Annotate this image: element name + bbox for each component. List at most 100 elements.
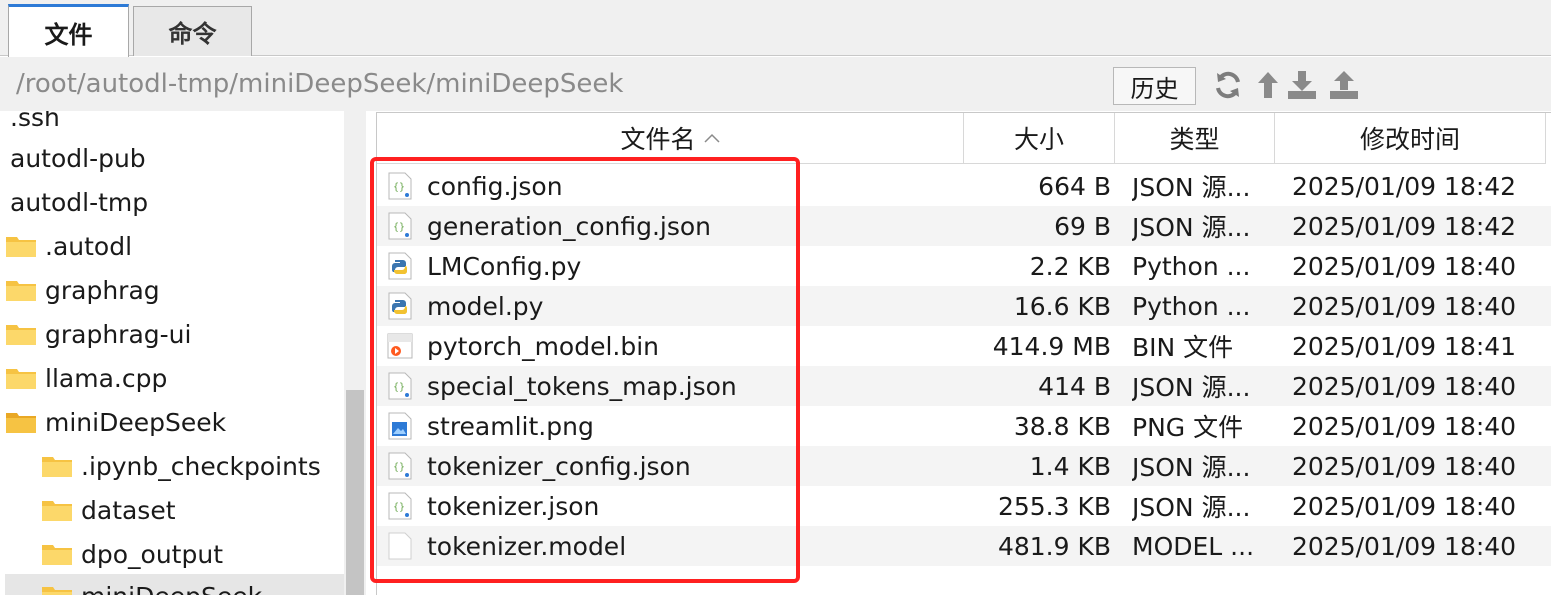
tree-item-label: dataset [81, 495, 176, 525]
upload-icon[interactable] [1328, 69, 1360, 101]
file-type: JSON 源... [1132, 453, 1251, 482]
file-name: tokenizer_config.json [427, 451, 691, 481]
column-header-name[interactable]: 文件名 [377, 113, 964, 164]
file-row[interactable]: model.py 16.6 KB Python ... 2025/01/09 1… [377, 286, 1551, 326]
file-name: model.py [427, 291, 544, 321]
image-file-icon [388, 412, 412, 440]
folder-icon [42, 501, 72, 521]
tree-item-autodl-pub[interactable]: autodl-pub [10, 136, 146, 180]
file-modified: 2025/01/09 18:42 [1292, 211, 1517, 241]
download-icon[interactable] [1286, 69, 1318, 101]
tree-item-minideepseek[interactable]: miniDeepSeek [5, 400, 226, 444]
tree-item-ipynb-checkpoints[interactable]: .ipynb_checkpoints [41, 444, 321, 488]
python-file-icon [388, 252, 412, 280]
tree-item-dpo-output[interactable]: dpo_output [41, 532, 223, 576]
history-button[interactable]: 历史 [1113, 67, 1196, 105]
folder-icon [42, 457, 72, 477]
file-name: tokenizer.json [427, 491, 600, 521]
file-name: LMConfig.py [427, 251, 582, 281]
folder-open-icon [6, 413, 36, 433]
column-header-label: 文件名 [620, 125, 696, 154]
folder-icon [6, 325, 36, 345]
svg-text:{}: {} [393, 502, 405, 513]
file-row[interactable]: {} config.json 664 B JSON 源... 2025/01/0… [377, 166, 1551, 206]
up-icon[interactable] [1252, 69, 1284, 101]
tree-item-label: miniDeepSeek [45, 407, 227, 437]
tree-item-graphrag-ui[interactable]: graphrag-ui [5, 312, 191, 356]
tree-item-ssh[interactable]: .ssh [10, 111, 60, 139]
folder-icon [6, 369, 36, 389]
json-file-icon: {} [388, 492, 412, 520]
file-row[interactable]: {} tokenizer.json 255.3 KB JSON 源... 202… [377, 486, 1551, 526]
blank-file-icon [388, 532, 412, 560]
file-row[interactable]: {} generation_config.json 69 B JSON 源...… [377, 206, 1551, 246]
file-row[interactable]: LMConfig.py 2.2 KB Python ... 2025/01/09… [377, 246, 1551, 286]
tree-scrollbar-thumb[interactable] [346, 390, 364, 595]
tree-item-label: llama.cpp [45, 363, 168, 393]
tree-item-label: .ipynb_checkpoints [81, 451, 321, 481]
tab-commands[interactable]: 命令 [133, 6, 252, 56]
tree-item-autodl[interactable]: .autodl [5, 224, 132, 268]
file-name: tokenizer.model [427, 531, 627, 561]
file-modified: 2025/01/09 18:40 [1292, 371, 1517, 401]
svg-text:{}: {} [393, 462, 405, 473]
tree-item-label: miniDeepSeek [81, 582, 262, 595]
file-type: JSON 源... [1132, 373, 1251, 402]
svg-text:{}: {} [393, 182, 405, 193]
file-modified: 2025/01/09 18:40 [1292, 291, 1517, 321]
file-size: 69 B [1054, 211, 1111, 241]
tree-item-label: .autodl [45, 231, 133, 261]
file-size: 255.3 KB [997, 491, 1111, 521]
file-type: Python ... [1132, 251, 1251, 281]
file-type: JSON 源... [1132, 213, 1251, 242]
file-type: MODEL ... [1132, 531, 1255, 561]
file-name: config.json [427, 171, 563, 201]
tree-item-graphrag[interactable]: graphrag [5, 268, 160, 312]
folder-icon [6, 237, 36, 257]
file-type: Python ... [1132, 291, 1251, 321]
tab-bar: 文件 命令 [0, 0, 1551, 58]
file-row[interactable]: tokenizer.model 481.9 KB MODEL ... 2025/… [377, 526, 1551, 566]
file-modified: 2025/01/09 18:41 [1292, 331, 1517, 361]
file-modified: 2025/01/09 18:40 [1292, 531, 1517, 561]
file-row[interactable]: {} tokenizer_config.json 1.4 KB JSON 源..… [377, 446, 1551, 486]
column-header-type[interactable]: 类型 [1115, 113, 1275, 164]
file-type: JSON 源... [1132, 493, 1251, 522]
file-modified: 2025/01/09 18:42 [1292, 171, 1517, 201]
file-size: 1.4 KB [1029, 451, 1111, 481]
tree-item-autodl-tmp[interactable]: autodl-tmp [10, 180, 148, 224]
python-file-icon [388, 292, 412, 320]
json-file-icon: {} [388, 372, 412, 400]
file-modified: 2025/01/09 18:40 [1292, 491, 1517, 521]
current-path[interactable]: /root/autodl-tmp/miniDeepSeek/miniDeepSe… [16, 69, 623, 99]
tree-item-minideepseek-selected[interactable]: miniDeepSeek [5, 574, 344, 595]
file-name: special_tokens_map.json [427, 371, 737, 401]
file-size: 481.9 KB [997, 531, 1111, 561]
file-name: pytorch_model.bin [427, 331, 660, 361]
json-file-icon: {} [388, 212, 412, 240]
folder-icon [42, 587, 72, 595]
tab-files[interactable]: 文件 [8, 4, 129, 58]
file-row[interactable]: pytorch_model.bin 414.9 MB BIN 文件 2025/0… [377, 326, 1551, 366]
folder-icon [6, 281, 36, 301]
refresh-icon[interactable] [1212, 69, 1244, 101]
folder-tree: .ssh autodl-pub autodl-tmp .autodl graph… [0, 111, 366, 595]
json-file-icon: {} [388, 452, 412, 480]
file-size: 414 B [1038, 371, 1111, 401]
tree-item-llama-cpp[interactable]: llama.cpp [5, 356, 167, 400]
column-header-size[interactable]: 大小 [964, 113, 1115, 164]
tree-item-label: autodl-pub [10, 143, 146, 173]
file-size: 414.9 MB [992, 331, 1111, 361]
file-type: JSON 源... [1132, 173, 1251, 202]
folder-icon [42, 545, 72, 565]
column-header-modified[interactable]: 修改时间 [1275, 113, 1546, 164]
file-row[interactable]: streamlit.png 38.8 KB PNG 文件 2025/01/09 … [377, 406, 1551, 446]
file-name: streamlit.png [427, 411, 594, 441]
file-row[interactable]: {} special_tokens_map.json 414 B JSON 源.… [377, 366, 1551, 406]
file-modified: 2025/01/09 18:40 [1292, 411, 1517, 441]
file-size: 16.6 KB [1013, 291, 1111, 321]
tree-item-dataset[interactable]: dataset [41, 488, 176, 532]
file-list: 文件名 大小 类型 修改时间 {} config.json 664 B JSON… [376, 112, 1551, 595]
file-size: 2.2 KB [1029, 251, 1111, 281]
tree-item-label: autodl-tmp [10, 187, 149, 217]
